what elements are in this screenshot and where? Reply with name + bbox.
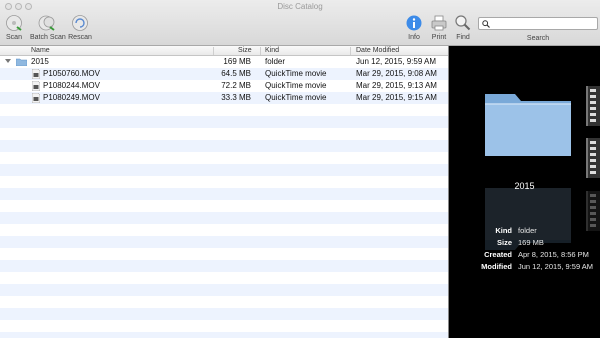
column-header-date-modified[interactable]: Date Modified bbox=[356, 47, 399, 56]
scan-label: Scan bbox=[6, 34, 22, 41]
disclosure-triangle-icon[interactable] bbox=[5, 59, 11, 63]
folder-preview-icon bbox=[485, 94, 571, 156]
empty-row bbox=[0, 236, 448, 248]
preview-item-name: 2015 bbox=[514, 181, 535, 191]
empty-row bbox=[0, 224, 448, 236]
row-name: P1080249.MOV bbox=[43, 93, 100, 102]
table-row[interactable]: P1080249.MOV 33.3 MB QuickTime movie Mar… bbox=[0, 92, 448, 104]
empty-row bbox=[0, 152, 448, 164]
search-icon bbox=[482, 20, 490, 28]
info-kind-label: Kind bbox=[495, 226, 512, 235]
empty-row bbox=[0, 128, 448, 140]
rescan-label: Rescan bbox=[68, 34, 92, 41]
empty-row bbox=[0, 104, 448, 116]
info-button[interactable]: Info bbox=[404, 14, 424, 41]
print-button[interactable]: Print bbox=[428, 14, 450, 41]
rescan-icon bbox=[72, 15, 88, 31]
scan-icon bbox=[6, 15, 22, 31]
empty-row bbox=[0, 284, 448, 296]
row-date: Jun 12, 2015, 9:59 AM bbox=[356, 57, 437, 66]
row-kind: QuickTime movie bbox=[265, 69, 327, 78]
empty-row bbox=[0, 200, 448, 212]
empty-row bbox=[0, 308, 448, 320]
table-row[interactable]: 2015 169 MB folder Jun 12, 2015, 9:59 AM bbox=[0, 56, 448, 68]
row-size: 33.3 MB bbox=[221, 93, 251, 102]
search-label: Search bbox=[526, 35, 550, 42]
row-kind: QuickTime movie bbox=[265, 93, 327, 102]
info-size-value: 169 MB bbox=[518, 238, 544, 247]
search-field[interactable] bbox=[478, 17, 598, 30]
find-label: Find bbox=[456, 34, 470, 41]
empty-row bbox=[0, 260, 448, 272]
window-title: Disc Catalog bbox=[277, 2, 323, 11]
info-kind-value: folder bbox=[518, 226, 537, 235]
info-created-label: Created bbox=[484, 250, 512, 259]
empty-row bbox=[0, 320, 448, 332]
find-button[interactable]: Find bbox=[453, 14, 473, 41]
table-row[interactable]: P1080244.MOV 72.2 MB QuickTime movie Mar… bbox=[0, 80, 448, 92]
row-size: 169 MB bbox=[223, 57, 251, 66]
empty-row bbox=[0, 140, 448, 152]
list-header: Name Size Kind Date Modified bbox=[0, 46, 448, 56]
empty-row bbox=[0, 164, 448, 176]
empty-row bbox=[0, 272, 448, 284]
film-strip-icon bbox=[586, 138, 600, 178]
film-strip-icon bbox=[586, 86, 600, 126]
folder-icon bbox=[16, 58, 27, 66]
row-name: P1050760.MOV bbox=[43, 69, 100, 78]
column-divider[interactable] bbox=[350, 47, 351, 55]
movie-file-icon bbox=[32, 69, 40, 79]
print-icon bbox=[431, 15, 447, 31]
row-date: Mar 29, 2015, 9:13 AM bbox=[356, 81, 437, 90]
column-divider[interactable] bbox=[260, 47, 261, 55]
info-size-label: Size bbox=[496, 238, 512, 247]
info-kind-row: Kind folder bbox=[449, 226, 600, 238]
toolbar: Disc Catalog Scan Batch Scan Rescan Info bbox=[0, 0, 600, 46]
empty-row bbox=[0, 248, 448, 260]
row-kind: folder bbox=[265, 57, 286, 66]
info-size-row: Size 169 MB bbox=[449, 238, 600, 250]
film-strip-icon bbox=[586, 191, 600, 231]
empty-row bbox=[0, 212, 448, 224]
scan-button[interactable]: Scan bbox=[3, 14, 25, 41]
rescan-button[interactable]: Rescan bbox=[68, 14, 92, 41]
print-label: Print bbox=[431, 34, 447, 41]
info-icon bbox=[406, 15, 422, 31]
empty-row bbox=[0, 296, 448, 308]
search-input[interactable] bbox=[492, 19, 592, 28]
info-created-value: Apr 8, 2015, 8:56 PM bbox=[518, 250, 589, 259]
row-date: Mar 29, 2015, 9:08 AM bbox=[356, 69, 437, 78]
info-label: Info bbox=[408, 34, 420, 41]
empty-row bbox=[0, 116, 448, 128]
empty-row bbox=[0, 188, 448, 200]
find-icon bbox=[455, 15, 471, 31]
batch-scan-icon bbox=[38, 15, 55, 31]
row-name: P1080244.MOV bbox=[43, 81, 100, 90]
batch-scan-button[interactable]: Batch Scan bbox=[30, 14, 66, 41]
column-header-name[interactable]: Name bbox=[31, 47, 50, 56]
info-modified-label: Modified bbox=[481, 262, 512, 271]
info-modified-value: Jun 12, 2015, 9:59 AM bbox=[518, 262, 594, 271]
movie-file-icon bbox=[32, 81, 40, 91]
column-header-size[interactable]: Size bbox=[238, 47, 252, 56]
row-kind: QuickTime movie bbox=[265, 81, 327, 90]
row-size: 64.5 MB bbox=[221, 69, 251, 78]
info-created-row: Created Apr 8, 2015, 8:56 PM bbox=[449, 250, 600, 262]
info-panel: 2015 Kind folder Size 169 MB Created Apr… bbox=[449, 46, 600, 338]
column-divider[interactable] bbox=[213, 47, 214, 55]
list-rows: 2015 169 MB folder Jun 12, 2015, 9:59 AM… bbox=[0, 56, 448, 338]
empty-row bbox=[0, 332, 448, 338]
row-name: 2015 bbox=[31, 57, 49, 66]
empty-row bbox=[0, 176, 448, 188]
table-row[interactable]: P1050760.MOV 64.5 MB QuickTime movie Mar… bbox=[0, 68, 448, 80]
row-date: Mar 29, 2015, 9:15 AM bbox=[356, 93, 437, 102]
info-modified-row: Modified Jun 12, 2015, 9:59 AM bbox=[449, 262, 600, 274]
column-header-kind[interactable]: Kind bbox=[265, 47, 279, 56]
movie-file-icon bbox=[32, 93, 40, 103]
file-list: Name Size Kind Date Modified 2015 169 MB… bbox=[0, 46, 448, 338]
batch-scan-label: Batch Scan bbox=[30, 34, 66, 41]
row-size: 72.2 MB bbox=[221, 81, 251, 90]
